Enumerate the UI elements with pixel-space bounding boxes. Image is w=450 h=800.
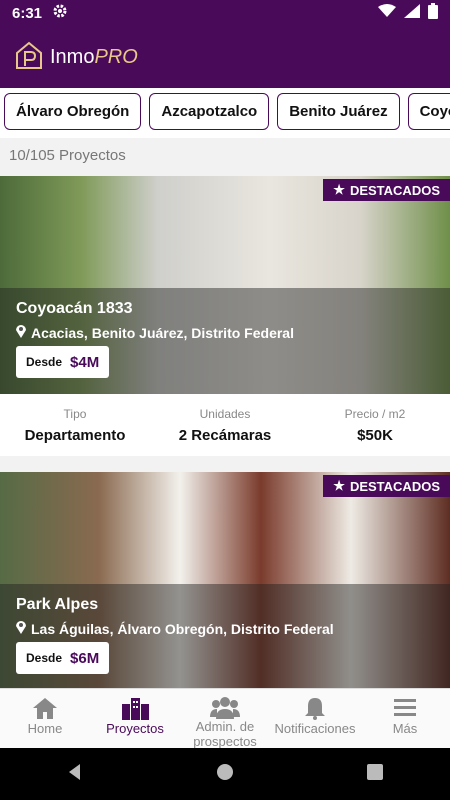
system-navigation-bar (0, 748, 450, 800)
stat-type: Tipo Departamento (0, 407, 150, 444)
logo-house-icon (14, 40, 44, 75)
battery-icon (428, 3, 438, 23)
price-tag: Desde $6M (16, 642, 110, 674)
bell-icon (300, 695, 330, 721)
chip-alvaro-obregon[interactable]: Álvaro Obregón (4, 93, 142, 130)
price-from-label: Desde (26, 355, 63, 369)
project-card[interactable]: ★ DESTACADOS Coyoacán 1833 Acacias, Beni… (0, 176, 450, 456)
star-icon: ★ (333, 182, 345, 197)
nav-projects[interactable]: Proyectos (90, 689, 180, 748)
district-filter-chips: Álvaro Obregón Azcapotzalco Benito Juáre… (0, 88, 450, 138)
price-value: $6M (70, 649, 100, 667)
price-tag: Desde $4M (16, 346, 110, 378)
signal-icon (404, 4, 420, 22)
nav-label: Más (392, 721, 418, 736)
featured-badge: ★ DESTACADOS (323, 475, 450, 497)
star-icon: ★ (333, 478, 345, 493)
logo-main-text: Inmo (50, 45, 95, 68)
project-image: ★ DESTACADOS Coyoacán 1833 Acacias, Beni… (0, 176, 450, 394)
recents-icon[interactable] (366, 763, 384, 786)
buildings-icon (120, 695, 150, 721)
home-icon (32, 695, 58, 721)
location-pin-icon (16, 324, 26, 341)
stat-label: Precio / m2 (344, 406, 406, 421)
home-circle-icon[interactable] (216, 763, 234, 786)
stat-label: Tipo (63, 406, 87, 421)
chip-azcapotzalco[interactable]: Azcapotzalco (149, 93, 270, 130)
price-value: $4M (70, 353, 100, 371)
location-text: Las Águilas, Álvaro Obregón, Distrito Fe… (31, 620, 334, 637)
users-icon (210, 695, 240, 719)
app-logo: InmoPRO (50, 46, 138, 69)
stat-value: 2 Recámaras (178, 426, 272, 444)
bottom-navigation: Home Proyectos Admin. de prospectos Noti… (0, 688, 450, 748)
gear-icon (52, 3, 68, 23)
chip-benito-juarez[interactable]: Benito Juárez (277, 93, 400, 130)
status-time: 6:31 (12, 4, 43, 22)
project-count: 10/105 Proyectos (9, 147, 126, 164)
stat-value: Departamento (24, 426, 126, 444)
project-title: Park Alpes (16, 596, 99, 613)
nav-label: Home (27, 721, 63, 736)
menu-icon (393, 695, 417, 721)
location-text: Acacias, Benito Juárez, Distrito Federal (31, 324, 294, 341)
stat-label: Unidades (199, 406, 251, 421)
project-card[interactable]: ★ DESTACADOS Park Alpes Las Águilas, Álv… (0, 472, 450, 690)
location-pin-icon (16, 620, 26, 637)
project-stats: Tipo Departamento Unidades 2 Recámaras P… (0, 394, 450, 456)
wifi-icon (378, 4, 396, 22)
status-bar: 6:31 (0, 0, 450, 26)
stat-units: Unidades 2 Recámaras (150, 407, 300, 444)
nav-prospects[interactable]: Admin. de prospectos (180, 689, 270, 748)
chip-coyoacan[interactable]: Coyoacán (407, 93, 450, 130)
nav-more[interactable]: Más (360, 689, 450, 748)
project-location: Las Águilas, Álvaro Obregón, Distrito Fe… (16, 620, 334, 637)
nav-home[interactable]: Home (0, 689, 90, 748)
price-from-label: Desde (26, 651, 63, 665)
project-image: ★ DESTACADOS Park Alpes Las Águilas, Álv… (0, 472, 450, 690)
stat-price-m2: Precio / m2 $50K (300, 407, 450, 444)
back-icon[interactable] (66, 763, 84, 786)
logo-accent-text: PRO (94, 45, 138, 68)
app-bar: InmoPRO (0, 26, 450, 88)
project-title: Coyoacán 1833 (16, 300, 133, 317)
nav-label: Admin. de prospectos (193, 719, 257, 748)
stat-value: $50K (357, 426, 393, 444)
nav-label: Proyectos (106, 721, 164, 736)
featured-badge: ★ DESTACADOS (323, 179, 450, 201)
nav-notifications[interactable]: Notificaciones (270, 689, 360, 748)
nav-label: Notificaciones (274, 721, 356, 736)
badge-label: DESTACADOS (349, 182, 440, 198)
badge-label: DESTACADOS (349, 478, 440, 494)
project-location: Acacias, Benito Juárez, Distrito Federal (16, 324, 294, 341)
